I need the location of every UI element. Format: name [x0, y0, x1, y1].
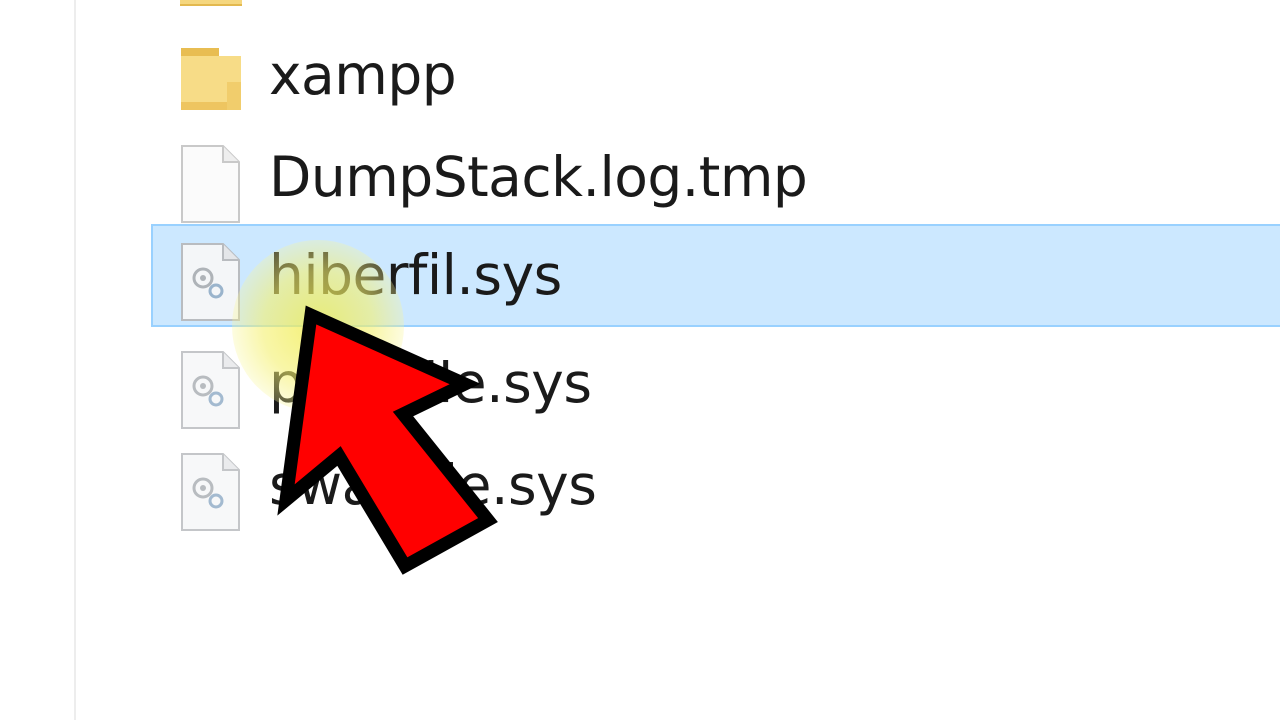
folder-icon: [179, 42, 243, 112]
file-row-xampp[interactable]: xampp: [151, 24, 1280, 127]
file-name: DumpStack.log.tmp: [269, 145, 808, 209]
file-name: xampp: [269, 43, 457, 107]
file-icon: [179, 144, 243, 223]
file-row-swapfile[interactable]: swapfile.sys: [151, 434, 1280, 537]
file-name: hiberfil.sys: [269, 243, 562, 307]
file-name: swapfile.sys: [269, 453, 597, 517]
file-list: xampp DumpStack.log.tmp hiberfil.sys pag…: [0, 0, 1280, 720]
file-name: pagefile.sys: [269, 351, 592, 415]
partial-folder-icon: [180, 0, 242, 6]
file-row-hiberfil[interactable]: hiberfil.sys: [151, 224, 1280, 327]
file-row-pagefile[interactable]: pagefile.sys: [151, 332, 1280, 435]
file-row-dumpstack[interactable]: DumpStack.log.tmp: [151, 126, 1280, 229]
system-file-icon: [179, 452, 243, 531]
file-explorer-view: xampp DumpStack.log.tmp hiberfil.sys pag…: [0, 0, 1280, 720]
system-file-icon: [179, 350, 243, 429]
system-file-icon: [179, 242, 243, 321]
